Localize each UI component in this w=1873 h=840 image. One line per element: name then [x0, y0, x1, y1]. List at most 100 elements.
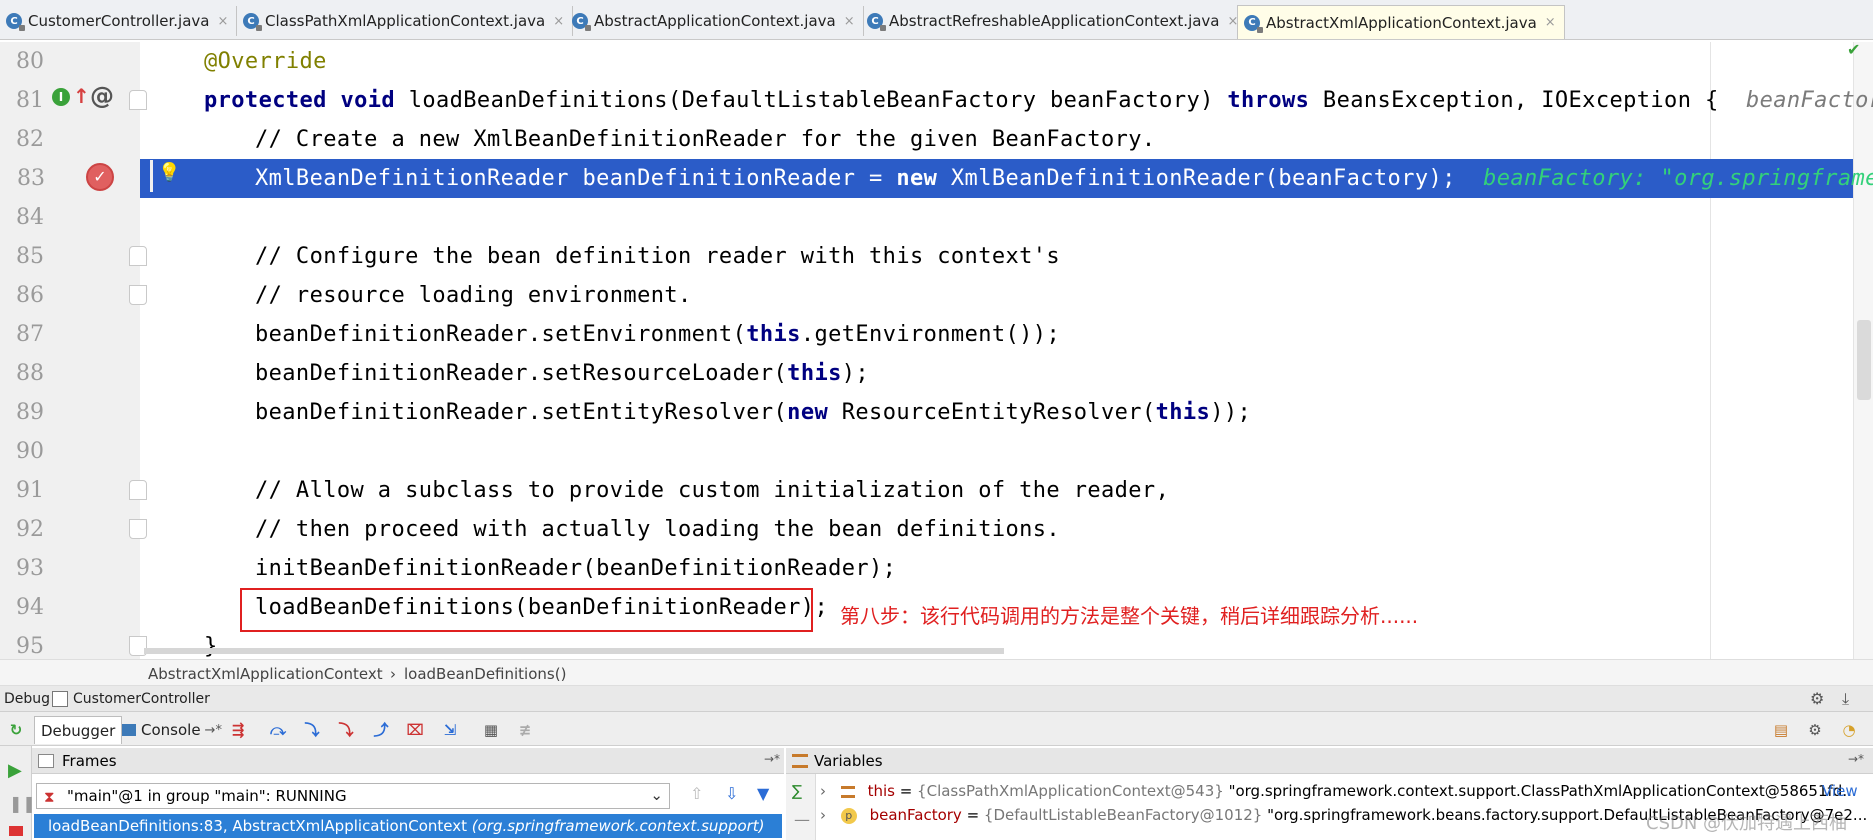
annotation-token: @Override	[204, 49, 327, 74]
current-execution-line[interactable]: 83 XmlBeanDefinitionReader beanDefinitio…	[0, 159, 1873, 198]
code-line[interactable]: 84	[0, 198, 1853, 237]
stop-icon[interactable]	[9, 826, 23, 836]
run-config-name[interactable]: CustomerController	[73, 691, 210, 707]
drop-frame-icon[interactable]: ⌧	[406, 721, 424, 739]
code-line[interactable]: 82 // Create a new XmlBeanDefinitionRead…	[0, 120, 1853, 159]
code-line[interactable]: 91 // Allow a subclass to provide custom…	[0, 471, 1853, 510]
arrow-down-icon[interactable]: ⇩	[725, 784, 738, 803]
code-text: beanDefinitionReader.setResourceLoader(t…	[255, 361, 869, 386]
comment: // Allow a subclass to provide custom in…	[255, 478, 1170, 503]
step-into-icon[interactable]: ⤵	[303, 721, 321, 739]
thread-selector[interactable]: ⧗ "main"@1 in group "main": RUNNING ⌄	[36, 783, 670, 809]
new-watch-icon[interactable]: ∑	[792, 782, 802, 800]
pin-icon[interactable]: →*	[205, 723, 222, 738]
close-icon[interactable]: ×	[1545, 15, 1556, 30]
view-link[interactable]: View	[1822, 782, 1858, 800]
fold-marker[interactable]	[129, 480, 147, 500]
trace-icon[interactable]: ≢	[516, 721, 534, 739]
code-token: ResourceEntityResolver(	[828, 400, 1156, 425]
fold-marker[interactable]	[129, 519, 147, 539]
step-out-icon[interactable]: ⤴	[372, 721, 390, 739]
horizontal-scrollbar[interactable]	[144, 648, 1004, 654]
code-line[interactable]: 86 // resource loading environment.	[0, 276, 1853, 315]
class-icon: C	[867, 13, 886, 31]
variable-row-this[interactable]: › this = {ClassPathXmlApplicationContext…	[820, 782, 1857, 804]
tab-debugger[interactable]: Debugger	[34, 716, 123, 744]
code-line[interactable]: 81 protected void loadBeanDefinitions(De…	[0, 81, 1873, 120]
close-icon[interactable]: ×	[217, 14, 228, 29]
variable-value: "org.springframework.context.support.Cla…	[1223, 782, 1857, 800]
code-text: @Override	[204, 49, 327, 74]
run-to-cursor-icon[interactable]: ⇲	[441, 721, 459, 739]
resume-icon[interactable]: ▶	[8, 760, 22, 781]
step-over-icon[interactable]: ⤼	[269, 721, 287, 739]
annotation-at-icon[interactable]: @	[90, 82, 114, 110]
keyword: new	[787, 400, 829, 425]
gear-icon[interactable]: ⚙	[1810, 689, 1824, 708]
tab-classpath-xml-context[interactable]: C ClassPathXmlApplicationContext.java ×	[237, 6, 574, 36]
line-number: 83	[0, 159, 140, 198]
arrow-up-icon[interactable]: ⇧	[690, 784, 703, 803]
close-icon[interactable]: ×	[553, 14, 564, 29]
variable-equals: =	[961, 806, 984, 824]
tab-label: AbstractApplicationContext.java	[594, 12, 836, 30]
breadcrumb-class[interactable]: AbstractXmlApplicationContext	[148, 665, 383, 683]
implements-icon[interactable]: I	[52, 88, 70, 106]
force-step-into-icon[interactable]: ⤵	[337, 721, 355, 739]
debug-tool-window-header: Debug CustomerController ⚙ ⤓	[0, 686, 1873, 712]
show-execution-point-icon[interactable]: ⇶	[229, 721, 247, 739]
code-line[interactable]: 87 beanDefinitionReader.setEnvironment(t…	[0, 315, 1853, 354]
console-icon	[122, 724, 136, 736]
breakpoint-icon[interactable]: ✓	[86, 163, 114, 191]
pin-icon[interactable]: →*	[1848, 752, 1864, 766]
tab-abstract-refreshable-context[interactable]: C AbstractRefreshableApplicationContext.…	[861, 6, 1248, 36]
line-number: 88	[16, 361, 44, 386]
filter-icon[interactable]: ▼	[757, 784, 769, 803]
restore-layout-icon[interactable]: ▤	[1772, 721, 1790, 739]
code-line[interactable]: 90	[0, 432, 1853, 471]
expand-arrow-icon[interactable]: ›	[820, 806, 826, 824]
code-token: beanDefinitionReader.setEnvironment(	[255, 322, 747, 347]
variable-name: beanFactory	[869, 806, 962, 824]
line-number: 89	[16, 400, 44, 425]
editor-tab-bar: C CustomerController.java × C ClassPathX…	[0, 0, 1873, 40]
code-line[interactable]: 93 initBeanDefinitionReader(beanDefiniti…	[0, 549, 1853, 588]
code-line[interactable]: 92 // then proceed with actually loading…	[0, 510, 1853, 549]
tab-customer-controller[interactable]: C CustomerController.java ×	[0, 6, 238, 36]
fold-marker[interactable]	[129, 246, 147, 266]
code-token: ));	[1210, 400, 1252, 425]
keyword: protected void	[204, 88, 396, 113]
fold-marker[interactable]	[129, 285, 147, 305]
rerun-icon[interactable]: ↻	[7, 721, 25, 739]
hide-icon[interactable]: ⤓	[1842, 689, 1849, 709]
variable-type: {DefaultListableBeanFactory@1012}	[983, 806, 1263, 824]
inline-debug-hint: beanFactory:	[1745, 88, 1873, 113]
tab-abstract-application-context[interactable]: C AbstractApplicationContext.java ×	[566, 6, 864, 36]
close-icon[interactable]: ×	[844, 14, 855, 29]
class-icon: C	[6, 13, 25, 31]
scrollbar-thumb[interactable]	[1857, 320, 1871, 400]
code-line[interactable]: 89 beanDefinitionReader.setEntityResolve…	[0, 393, 1853, 432]
code-line[interactable]: 80 @Override	[0, 42, 1853, 81]
pin-icon[interactable]: →*	[764, 752, 780, 766]
override-arrow-icon[interactable]: ↑	[73, 84, 90, 108]
code-line[interactable]: 85 // Configure the bean definition read…	[0, 237, 1853, 276]
line-number: 87	[16, 322, 44, 347]
frames-header: Frames →*	[32, 748, 784, 774]
threads-icon[interactable]: ◔	[1840, 721, 1858, 739]
evaluate-expression-icon[interactable]: ▦	[482, 721, 500, 739]
tab-abstract-xml-context[interactable]: C AbstractXmlApplicationContext.java ×	[1237, 5, 1565, 39]
line-number: 85	[16, 244, 44, 269]
breadcrumb-method[interactable]: loadBeanDefinitions()	[404, 665, 566, 683]
stack-frame-selected[interactable]: loadBeanDefinitions:83, AbstractXmlAppli…	[34, 814, 782, 838]
remove-watch-icon[interactable]: —	[794, 810, 810, 829]
tab-console[interactable]: Console →*	[116, 716, 228, 744]
code-line[interactable]: 88 beanDefinitionReader.setResourceLoade…	[0, 354, 1853, 393]
expand-arrow-icon[interactable]: ›	[820, 782, 826, 800]
keyword: this	[787, 361, 842, 386]
lightbulb-icon[interactable]: 💡	[158, 162, 180, 183]
fold-marker[interactable]	[129, 90, 147, 110]
parameter-icon: p	[840, 807, 857, 824]
comment: // then proceed with actually loading th…	[255, 517, 1061, 542]
settings-icon[interactable]: ⚙	[1806, 721, 1824, 739]
